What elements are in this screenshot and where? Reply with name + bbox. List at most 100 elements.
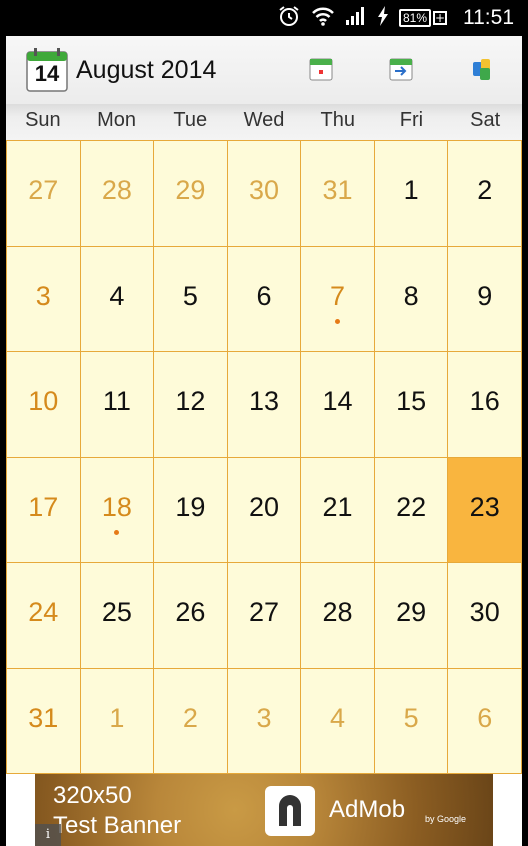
day-cell[interactable]: 19	[154, 457, 228, 563]
battery-icon: 81% +	[398, 9, 447, 27]
clock: 11:51	[463, 6, 514, 29]
day-number: 30	[469, 597, 500, 627]
event-dot-icon	[335, 318, 341, 324]
day-cell[interactable]: 31	[301, 141, 375, 247]
alarm-icon	[277, 4, 301, 32]
weekday-sat: Sat	[470, 109, 501, 131]
day-cell[interactable]: 6	[448, 668, 522, 774]
day-cell[interactable]: 4	[80, 246, 155, 352]
day-number: 17	[28, 491, 59, 522]
day-cell[interactable]: 1	[374, 141, 449, 247]
day-number: 8	[403, 280, 419, 311]
today-calendar-icon[interactable]	[308, 56, 334, 82]
day-cell[interactable]: 25	[80, 563, 155, 669]
ad-size-text: 320x50	[53, 782, 132, 809]
day-cell[interactable]: 8	[374, 246, 449, 352]
admob-logo-icon	[265, 786, 315, 836]
day-number: 29	[175, 175, 206, 205]
day-cell[interactable]: 15	[374, 352, 449, 458]
status-bar: 81% + 11:51	[0, 0, 528, 36]
day-number: 18	[101, 491, 132, 522]
day-number: 9	[477, 280, 493, 311]
goto-date-icon[interactable]	[388, 56, 414, 82]
day-cell[interactable]: 29	[154, 141, 228, 247]
day-cell[interactable]: 5	[154, 246, 228, 352]
day-cell[interactable]: 12	[154, 352, 228, 458]
ad-by-google: by Google	[425, 814, 467, 824]
day-cell[interactable]: 22	[374, 457, 449, 563]
day-cell[interactable]: 24	[7, 563, 81, 669]
day-cell-selected[interactable]: 23	[448, 457, 522, 563]
battery-plus: +	[433, 11, 447, 25]
month-title[interactable]: August 2014	[76, 56, 216, 85]
day-number: 12	[175, 386, 206, 416]
day-number: 5	[182, 280, 198, 311]
day-cell[interactable]: 26	[154, 563, 228, 669]
day-cell[interactable]: 1	[80, 668, 155, 774]
day-number: 14	[322, 386, 353, 416]
ad-brand: AdMob	[329, 796, 406, 823]
day-cell[interactable]: 10	[7, 352, 81, 458]
day-number: 16	[469, 386, 500, 416]
day-number: 26	[175, 597, 206, 627]
day-cell[interactable]: 28	[301, 563, 375, 669]
day-cell[interactable]: 14	[301, 352, 375, 458]
ad-info-icon[interactable]: i	[35, 824, 61, 846]
day-cell[interactable]: 11	[80, 352, 155, 458]
app-header: 14 August 2014	[6, 36, 522, 104]
day-number: 4	[330, 702, 346, 733]
day-number: 6	[477, 702, 493, 733]
event-dot-icon	[114, 529, 120, 535]
settings-icon[interactable]	[470, 56, 496, 82]
day-cell[interactable]: 17	[7, 457, 81, 563]
day-cell[interactable]: 31	[7, 668, 81, 774]
weekday-fri: Fri	[399, 109, 424, 131]
day-number: 27	[248, 597, 280, 627]
day-cell[interactable]: 5	[374, 668, 449, 774]
day-cell[interactable]: 27	[7, 141, 81, 247]
calendar-app: 14 August 2014 Sun Mon Tue Wed Thu Fri S…	[6, 36, 522, 846]
day-cell[interactable]: 13	[227, 352, 302, 458]
day-cell[interactable]: 30	[227, 141, 302, 247]
day-cell[interactable]: 9	[448, 246, 522, 352]
day-number: 23	[469, 491, 500, 522]
day-number: 13	[248, 386, 280, 416]
day-number: 30	[248, 175, 280, 205]
day-cell[interactable]: 21	[301, 457, 375, 563]
day-number: 3	[35, 280, 51, 311]
month-grid: 27 28 29 30 31 1 2 3 4 5 6 7 8 9 10 11 12 13 14 15 16 17 18 19 2…	[6, 140, 522, 774]
day-cell[interactable]: 2	[448, 141, 522, 247]
day-number: 20	[248, 491, 280, 522]
calendar-app-icon[interactable]: 14	[26, 48, 68, 92]
day-cell[interactable]: 30	[448, 563, 522, 669]
day-cell[interactable]: 18	[80, 457, 155, 563]
weekday-tue: Tue	[173, 109, 208, 131]
day-number: 4	[109, 280, 125, 311]
day-number: 25	[101, 597, 132, 627]
wifi-icon	[311, 5, 335, 31]
day-cell[interactable]: 29	[374, 563, 449, 669]
day-number: 11	[102, 386, 131, 416]
day-number: 1	[403, 175, 419, 205]
day-cell[interactable]: 3	[7, 246, 81, 352]
app-icon-day: 14	[34, 61, 60, 86]
ad-area: 320x50 Test Banner AdMob by Google i	[6, 774, 522, 846]
ad-banner[interactable]: 320x50 Test Banner AdMob by Google i	[35, 774, 493, 846]
day-cell[interactable]: 28	[80, 141, 155, 247]
day-number: 31	[322, 175, 353, 205]
day-cell[interactable]: 4	[301, 668, 375, 774]
day-number: 24	[28, 597, 59, 627]
day-number: 1	[109, 702, 125, 733]
day-cell[interactable]: 6	[227, 246, 302, 352]
day-cell[interactable]: 27	[227, 563, 302, 669]
day-number: 7	[330, 280, 346, 311]
weekday-wed: Wed	[243, 109, 285, 131]
day-cell[interactable]: 20	[227, 457, 302, 563]
day-number: 6	[256, 280, 272, 311]
weekday-sun: Sun	[25, 109, 61, 131]
day-number: 29	[396, 597, 427, 627]
day-cell[interactable]: 16	[448, 352, 522, 458]
day-cell[interactable]: 7	[301, 246, 375, 352]
day-cell[interactable]: 3	[227, 668, 302, 774]
day-cell[interactable]: 2	[154, 668, 228, 774]
